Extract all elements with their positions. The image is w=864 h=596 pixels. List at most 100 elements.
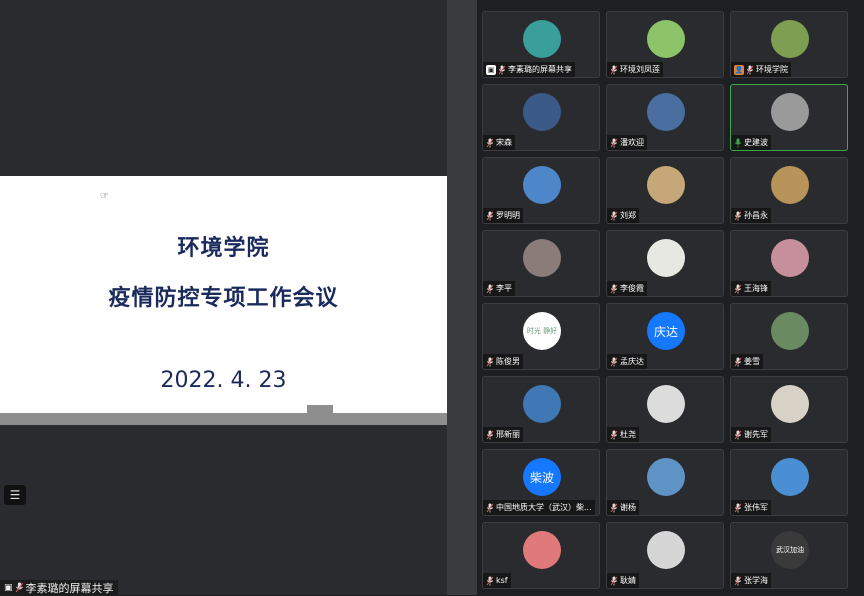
list-menu-button[interactable]: ☰ [4,485,26,505]
participant-name-bar: 史建波 [731,135,771,150]
avatar [647,166,685,204]
avatar [523,239,561,277]
mic-icon [734,138,742,147]
muted-mic-icon [15,582,23,593]
screen-share-area: ☞ 环境学院 疫情防控专项工作会议 2022. 4. 23 ☰ ▣ 李素璐的屏幕… [0,0,447,595]
participant-name-bar: 李俊霞 [607,281,647,296]
participant-name-bar: 中国地质大学（武汉）柴... [483,500,595,515]
participant-name: 李俊霞 [620,284,644,293]
screen-share-icon: ▣ [4,582,13,593]
participant-name: 杜尧 [620,430,636,439]
participant-name: 潘欢迎 [620,138,644,147]
avatar [771,458,809,496]
participant-tile[interactable]: 武汉加油 张学海 [730,522,848,589]
participant-tile[interactable]: 罗明明 [482,157,600,224]
muted-mic-icon [610,430,618,439]
muted-mic-icon [610,503,618,512]
participant-name: 孟庆达 [620,357,644,366]
participant-tile[interactable]: 姜雪 [730,303,848,370]
participant-name: 陈俊男 [496,357,520,366]
participant-name: 罗明明 [496,211,520,220]
participant-tile[interactable]: 李平 [482,230,600,297]
participant-name-bar: 陈俊男 [483,354,523,369]
participant-name-bar: 罗明明 [483,208,523,223]
participant-name: 李平 [496,284,512,293]
participant-name: ksf [496,576,508,585]
cursor-icon: ☞ [100,191,109,202]
avatar: 柴波 [523,458,561,496]
participant-name-bar: 孟庆达 [607,354,647,369]
avatar [647,93,685,131]
muted-mic-icon [734,357,742,366]
participant-tile[interactable]: 宋森 [482,84,600,151]
participant-name-bar: 杜尧 [607,427,639,442]
participant-name-bar: 👤 环境学院 [731,62,791,77]
muted-mic-icon [610,576,618,585]
participant-tile[interactable]: ▣ 李素璐的屏幕共享 [482,11,600,78]
participant-tile[interactable]: 谢杨 [606,449,724,516]
participant-name-bar: ▣ 李素璐的屏幕共享 [483,62,575,77]
participant-tile[interactable]: 李俊霞 [606,230,724,297]
participant-name-bar: 刘郑 [607,208,639,223]
muted-mic-icon [734,211,742,220]
participant-name: 张伟军 [744,503,768,512]
participant-name-bar: ksf [483,573,511,588]
muted-mic-icon [486,576,494,585]
slide-footer-bar [0,413,447,425]
participant-tile[interactable]: 时光 静好 陈俊男 [482,303,600,370]
avatar [771,385,809,423]
participant-tile[interactable]: 王海锋 [730,230,848,297]
muted-mic-icon [610,65,618,74]
muted-mic-icon [486,503,494,512]
participant-name: 姜雪 [744,357,760,366]
slide-footer-tab [307,405,333,415]
panel-divider[interactable] [447,0,477,595]
participant-name: 史建波 [744,138,768,147]
participant-name-bar: 谢杨 [607,500,639,515]
share-top-region [0,0,447,176]
participant-tile[interactable]: 孙昌永 [730,157,848,224]
participant-tile[interactable]: 史建波 [730,84,848,151]
avatar: 武汉加油 [771,531,809,569]
participant-tile[interactable]: 环境刘凤莲 [606,11,724,78]
muted-mic-icon [486,211,494,220]
muted-mic-icon [610,138,618,147]
participant-tile[interactable]: 谢先军 [730,376,848,443]
avatar [771,166,809,204]
participant-grid: ▣ 李素璐的屏幕共享 环境刘凤莲 👤 环境学院宋森 潘欢迎 史建波罗明明 刘郑 孙昌永李平 李俊霞… [482,11,852,595]
muted-mic-icon [746,65,754,74]
slide-date: 2022. 4. 23 [160,368,287,393]
participant-name: 王海锋 [744,284,768,293]
participant-tile[interactable]: ksf [482,522,600,589]
avatar: 庆达 [647,312,685,350]
muted-mic-icon [734,284,742,293]
participant-name: 中国地质大学（武汉）柴... [496,503,592,512]
participant-tile[interactable]: 张伟军 [730,449,848,516]
screen-share-label-text: 李素璐的屏幕共享 [25,581,114,595]
avatar [771,93,809,131]
participant-name-bar: 姜雪 [731,354,763,369]
avatar [647,385,685,423]
slide-title: 环境学院 [177,236,270,261]
avatar [647,531,685,569]
avatar [523,385,561,423]
participant-tile[interactable]: 潘欢迎 [606,84,724,151]
participant-tile[interactable]: 杜尧 [606,376,724,443]
participant-name: 孙昌永 [744,211,768,220]
participant-tile[interactable]: 刘郑 [606,157,724,224]
muted-mic-icon [498,65,506,74]
avatar [647,239,685,277]
participant-name-bar: 宋森 [483,135,515,150]
participant-tile[interactable]: 庆达 孟庆达 [606,303,724,370]
muted-mic-icon [734,503,742,512]
participant-name: 张学海 [744,576,768,585]
participant-name: 耿婧 [620,576,636,585]
participant-tile[interactable]: 邢新丽 [482,376,600,443]
participant-tile[interactable]: 耿婧 [606,522,724,589]
screen-share-icon: ▣ [486,64,496,75]
participant-name-bar: 张学海 [731,573,771,588]
avatar [647,458,685,496]
participant-tile[interactable]: 柴波中国地质大学（武汉）柴... [482,449,600,516]
participant-tile[interactable]: 👤 环境学院 [730,11,848,78]
avatar [771,239,809,277]
